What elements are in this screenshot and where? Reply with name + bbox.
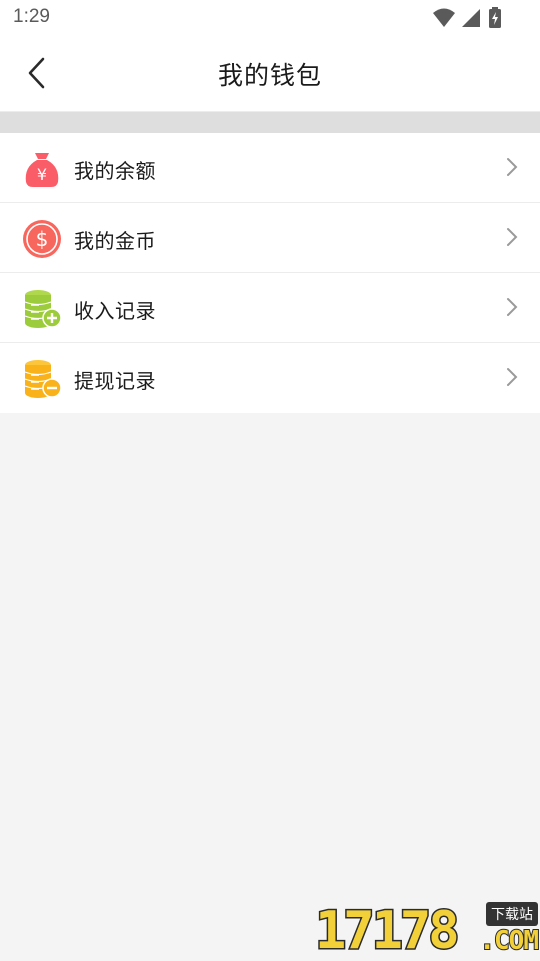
menu-item-coins[interactable]: $ 我的金币	[0, 203, 540, 273]
status-bar: 1:29	[0, 0, 540, 36]
section-separator	[0, 112, 540, 133]
menu-item-withdraw-records[interactable]: 提现记录	[0, 343, 540, 413]
dollar-coin-icon: $	[23, 220, 61, 258]
app-bar: 我的钱包	[0, 36, 540, 112]
menu-item-label: 收入记录	[74, 299, 156, 323]
chevron-right-icon	[507, 228, 518, 246]
menu-item-label: 我的金币	[74, 229, 156, 253]
watermark-badge: 下载站	[486, 902, 538, 926]
menu-item-income-records[interactable]: 收入记录	[0, 273, 540, 343]
status-time: 1:29	[13, 6, 50, 27]
coins-plus-icon	[24, 290, 62, 328]
watermark-digits: 17178	[314, 901, 462, 961]
svg-text:$: $	[36, 227, 49, 251]
wifi-icon	[433, 8, 455, 27]
chevron-right-icon	[507, 158, 518, 176]
battery-charging-icon	[489, 7, 501, 28]
page-title: 我的钱包	[217, 61, 322, 90]
menu-item-label: 提现记录	[74, 369, 156, 393]
chevron-right-icon	[507, 298, 518, 316]
wallet-menu-list: ¥ 我的余额 $ 我的金币 收入记录 提现记录	[0, 133, 540, 413]
watermark-logo: 17178 下载站 .COM	[314, 898, 540, 961]
chevron-right-icon	[507, 368, 518, 386]
menu-item-balance[interactable]: ¥ 我的余额	[0, 133, 540, 203]
money-bag-icon: ¥	[25, 153, 59, 187]
svg-text:¥: ¥	[37, 165, 47, 184]
cell-signal-icon	[462, 9, 480, 27]
menu-item-label: 我的余额	[74, 159, 156, 183]
watermark-suffix: .COM	[478, 925, 540, 957]
coins-minus-icon	[24, 360, 62, 398]
